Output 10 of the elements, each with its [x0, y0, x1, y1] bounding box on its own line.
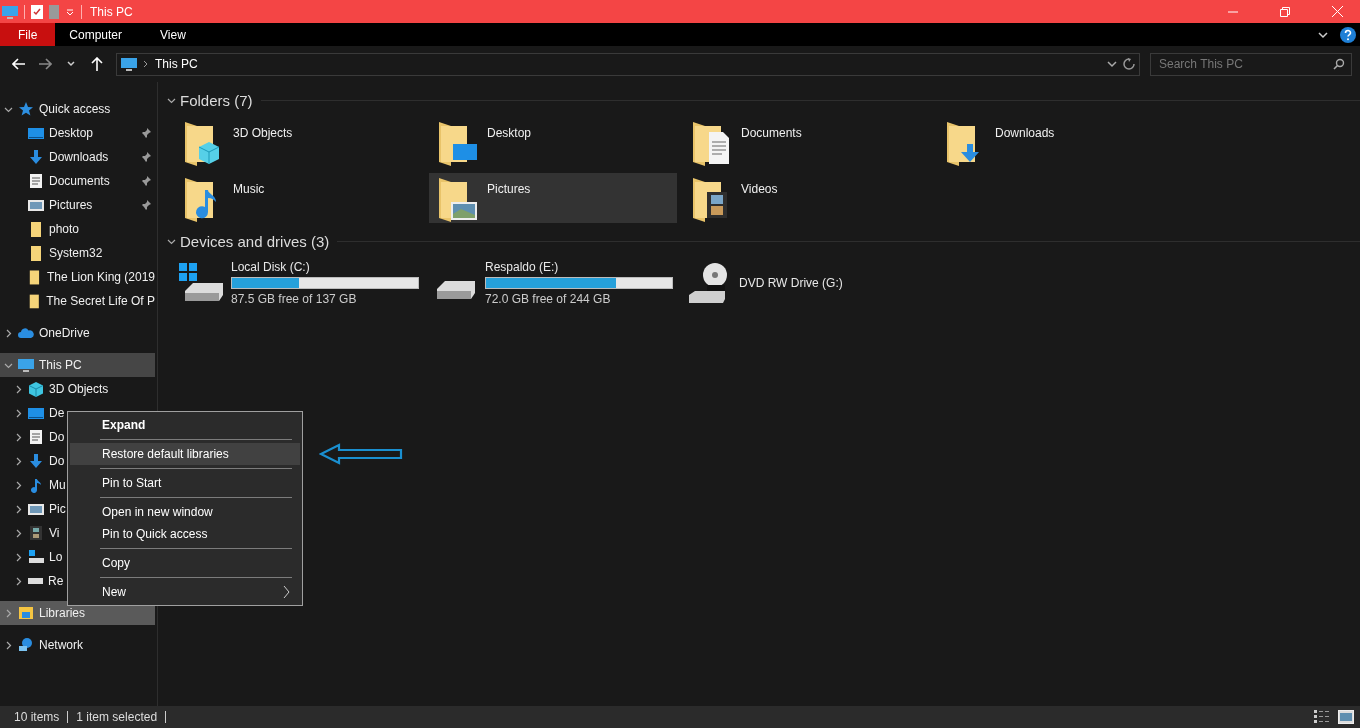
free-space-text: 72.0 GB free of 244 GB — [485, 292, 612, 306]
item-count: 10 items — [14, 710, 60, 724]
selection-count: 1 item selected — [76, 710, 158, 724]
drive-name: Local Disk (C:) — [231, 260, 311, 274]
drive-name: Respaldo (E:) — [485, 260, 560, 274]
drive-name: DVD RW Drive (G:) — [739, 276, 843, 290]
group-title: Folders (7) — [180, 91, 253, 109]
free-space-text: 87.5 GB free of 137 GB — [231, 292, 358, 306]
group-title: Devices and drives (3) — [180, 232, 330, 250]
window-title: This PC — [90, 4, 133, 19]
